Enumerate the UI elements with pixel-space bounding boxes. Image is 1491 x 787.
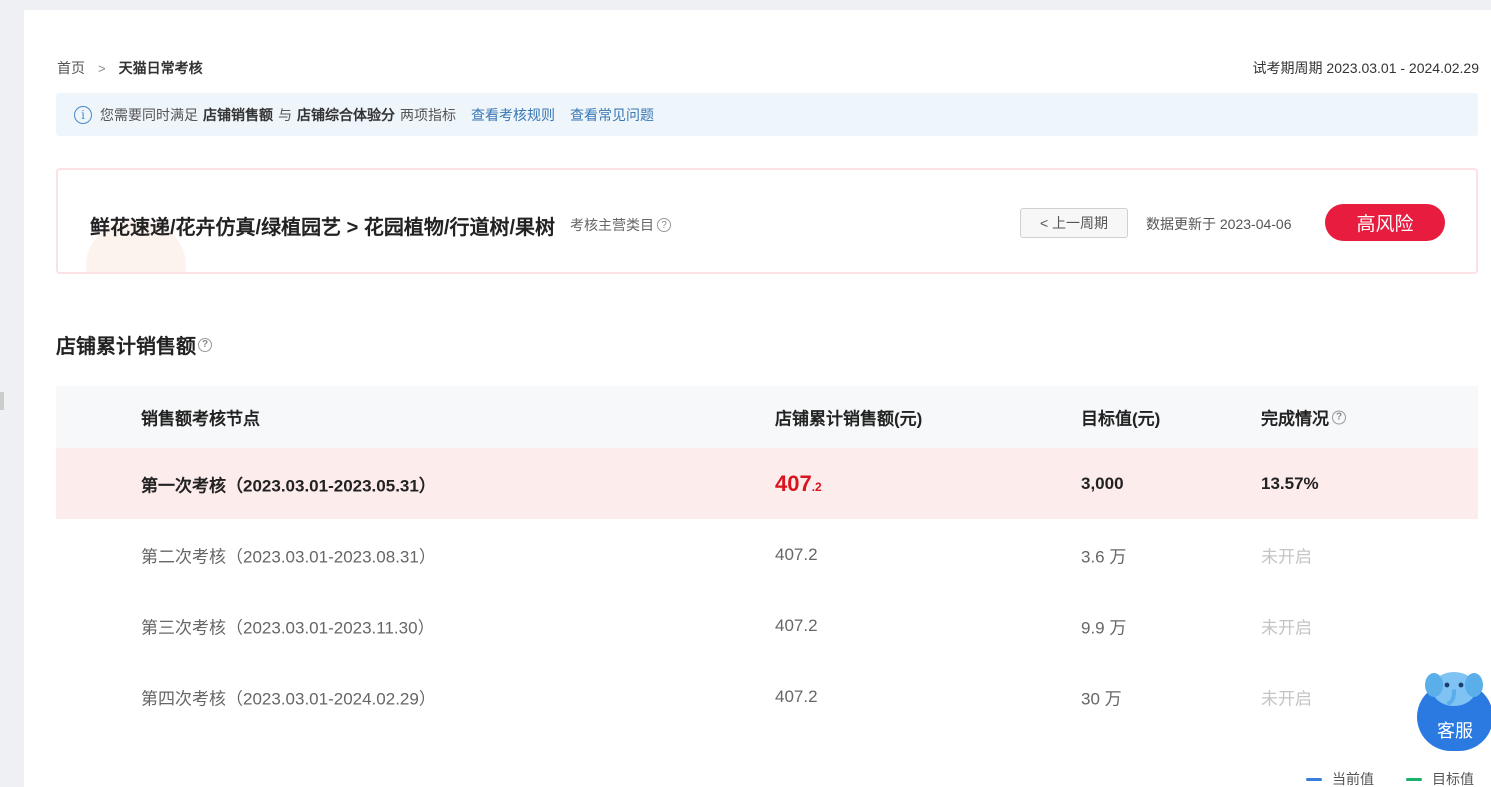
breadcrumb-home[interactable]: 首页 — [57, 58, 85, 78]
data-updated-text: 数据更新于 2023-04-06 — [1146, 216, 1292, 232]
category-card: 鲜花速递/花卉仿真/绿植园艺 > 花园植物/行道树/果树 考核主营类目 ? < … — [56, 168, 1478, 274]
legend-current-swatch — [1306, 777, 1322, 781]
notice-and: 与 — [278, 106, 292, 123]
row-sales-int: 407 — [775, 470, 812, 496]
chevron-right-icon: > — [98, 60, 106, 76]
legend-target: 目标值 — [1406, 769, 1474, 787]
header-sales: 店铺累计销售额(元) — [775, 409, 923, 429]
row-target: 30 万 — [1081, 689, 1122, 708]
legend-target-label: 目标值 — [1432, 771, 1474, 787]
question-icon[interactable]: ? — [1332, 410, 1346, 424]
row-status: 13.57% — [1261, 473, 1319, 493]
legend-current: 当前值 — [1306, 769, 1374, 787]
category-subtitle: 考核主营类目 ? — [570, 215, 671, 235]
row-status: 未开启 — [1261, 618, 1312, 637]
legend-current-label: 当前值 — [1332, 771, 1374, 787]
row-sales: 407.2 — [775, 686, 818, 706]
row-sales: 407 .2 — [775, 471, 822, 497]
row-node: 第三次考核（2023.03.01-2023.11.30） — [141, 618, 435, 637]
section-title: 店铺累计销售额 ? — [56, 330, 212, 359]
row-status: 未开启 — [1261, 689, 1312, 708]
left-edge-mark — [0, 392, 4, 410]
notice-prefix: 您需要同时满足 — [100, 106, 198, 123]
assessment-period: 试考期周期 2023.03.01 - 2024.02.29 — [1252, 60, 1479, 76]
notice-bar: i 您需要同时满足 店铺销售额 与 店铺综合体验分 两项指标 查看考核规则 查看… — [56, 93, 1478, 136]
header-node: 销售额考核节点 — [141, 409, 260, 429]
row-sales: 407.2 — [775, 615, 818, 635]
service-label: 客服 — [1437, 721, 1473, 741]
info-icon: i — [74, 105, 92, 124]
notice-suffix: 两项指标 — [400, 106, 456, 123]
previous-period-button[interactable]: < 上一周期 — [1020, 208, 1128, 238]
row-target: 3.6 万 — [1081, 547, 1127, 566]
view-rules-link[interactable]: 查看考核规则 — [471, 105, 555, 125]
chart-legend: 当前值 目标值 — [1306, 769, 1474, 787]
table-row: 第二次考核（2023.03.01-2023.08.31） 407.2 3.6 万… — [56, 519, 1478, 590]
row-target: 3,000 — [1081, 473, 1124, 493]
row-target: 9.9 万 — [1081, 618, 1127, 637]
question-icon[interactable]: ? — [198, 337, 212, 352]
view-faq-link[interactable]: 查看常见问题 — [570, 105, 654, 125]
risk-badge: 高风险 — [1325, 204, 1445, 241]
row-sales: 407.2 — [775, 544, 818, 564]
header-status: 完成情况 ? — [1261, 405, 1346, 430]
table-row: 第一次考核（2023.03.01-2023.05.31） 407 .2 3,00… — [56, 448, 1478, 519]
main-card: 首页 > 天猫日常考核 试考期周期 2023.03.01 - 2024.02.2… — [24, 10, 1491, 787]
customer-service-button[interactable]: 客服 — [1417, 665, 1491, 751]
section-title-text: 店铺累计销售额 — [56, 336, 196, 358]
row-node: 第二次考核（2023.03.01-2023.08.31） — [141, 547, 436, 566]
breadcrumb: 首页 > 天猫日常考核 — [57, 58, 203, 78]
breadcrumb-current: 天猫日常考核 — [118, 60, 203, 76]
notice-metric-2: 店铺综合体验分 — [297, 106, 395, 123]
header-status-text: 完成情况 — [1261, 409, 1329, 429]
notice-metric-1: 店铺销售额 — [203, 106, 273, 123]
legend-target-swatch — [1406, 777, 1422, 781]
row-node: 第四次考核（2023.03.01-2024.02.29） — [141, 689, 436, 708]
category-subtitle-text: 考核主营类目 — [570, 217, 654, 233]
table-row: 第三次考核（2023.03.01-2023.11.30） 407.2 9.9 万… — [56, 590, 1478, 661]
category-title: 鲜花速递/花卉仿真/绿植园艺 > 花园植物/行道树/果树 — [90, 217, 556, 239]
row-status: 未开启 — [1261, 547, 1312, 566]
table-row: 第四次考核（2023.03.01-2024.02.29） 407.2 30 万 … — [56, 661, 1478, 732]
question-icon[interactable]: ? — [657, 218, 671, 232]
header-target: 目标值(元) — [1081, 409, 1161, 429]
elephant-mascot-icon — [1425, 672, 1483, 706]
row-sales-dec: .2 — [811, 479, 822, 494]
row-node: 第一次考核（2023.03.01-2023.05.31） — [141, 476, 436, 495]
table-header: 销售额考核节点 店铺累计销售额(元) 目标值(元) 完成情况 ? — [56, 386, 1478, 448]
